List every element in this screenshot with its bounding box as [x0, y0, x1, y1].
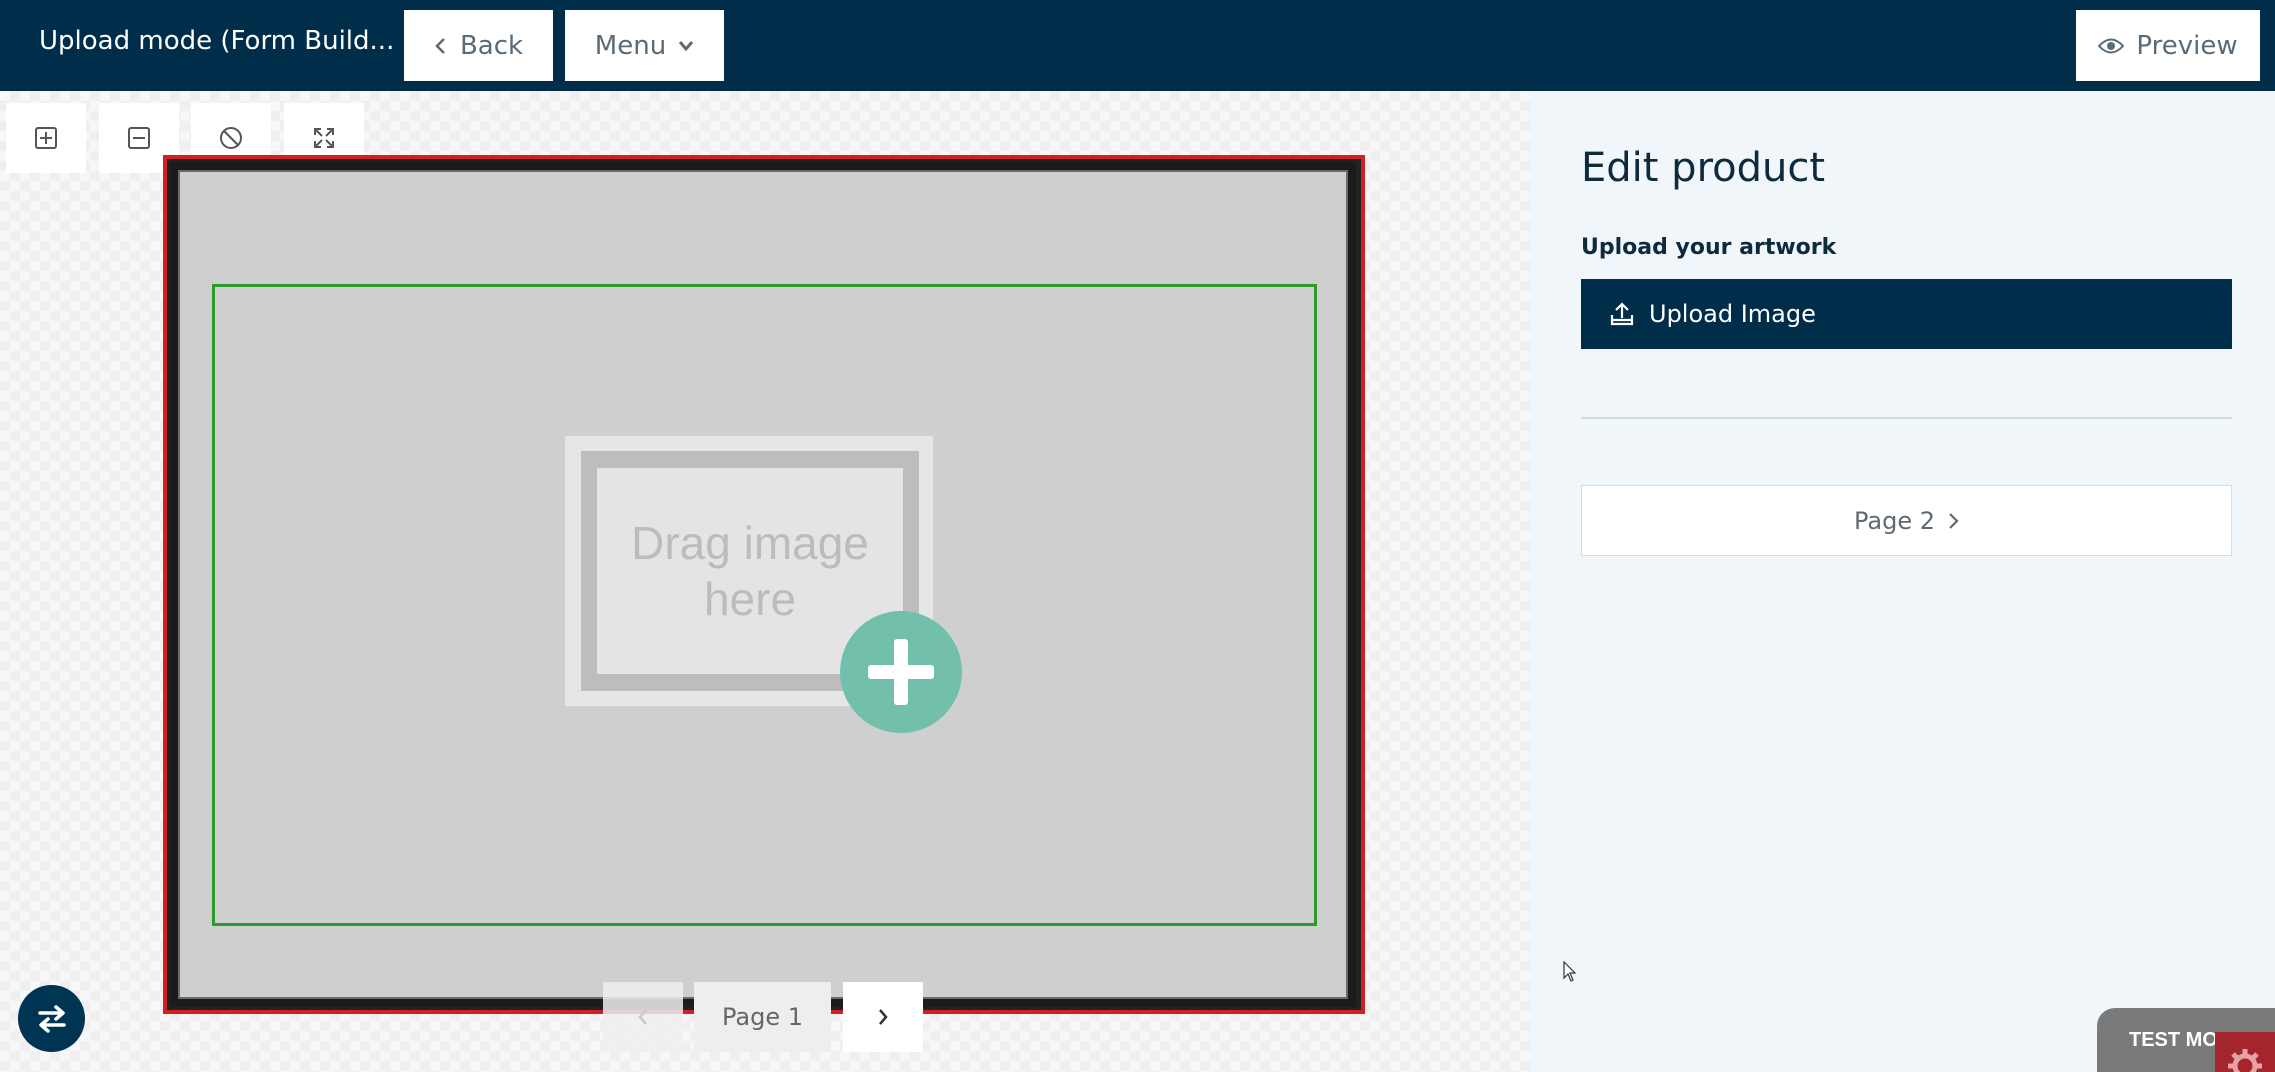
- page-2-label: Page 2: [1854, 506, 1935, 535]
- page-2-button[interactable]: Page 2: [1581, 485, 2232, 556]
- chevron-right-icon: [1949, 512, 1959, 529]
- upload-image-button[interactable]: Upload Image: [1581, 279, 2232, 349]
- swap-view-button[interactable]: [18, 985, 85, 1052]
- top-bar: Upload mode (Form Build... Back Menu Pre…: [0, 0, 2275, 91]
- panel-title: Edit product: [1581, 145, 1826, 191]
- gear-icon: [2228, 1049, 2262, 1072]
- chevron-down-icon: [679, 40, 694, 51]
- next-page-button[interactable]: [843, 982, 923, 1052]
- back-label: Back: [459, 30, 524, 61]
- app-title: Upload mode (Form Build...: [39, 26, 395, 56]
- chevron-left-icon: [435, 37, 445, 54]
- swap-arrows-icon: [37, 1004, 66, 1033]
- back-button[interactable]: Back: [404, 10, 553, 81]
- upload-image-label: Upload Image: [1649, 300, 1816, 328]
- preview-label: Preview: [2136, 30, 2238, 61]
- zoom-in-icon: [35, 127, 57, 149]
- mouse-cursor-icon: [1563, 961, 1577, 982]
- upload-icon: [1610, 302, 1634, 326]
- zoom-out-icon: [128, 127, 150, 149]
- menu-label: Menu: [594, 30, 667, 61]
- reset-icon: [220, 127, 242, 149]
- page-indicator: Page 1: [694, 982, 831, 1052]
- panel-divider: [1581, 417, 2232, 419]
- zoom-in-button[interactable]: [6, 103, 86, 173]
- chevron-left-icon: [638, 1009, 647, 1025]
- menu-button[interactable]: Menu: [565, 10, 724, 81]
- preview-button[interactable]: Preview: [2076, 10, 2260, 81]
- eye-icon: [2098, 38, 2125, 53]
- settings-button[interactable]: [2215, 1032, 2275, 1072]
- upload-artwork-label: Upload your artwork: [1581, 235, 1837, 260]
- prev-page-button[interactable]: [603, 982, 683, 1052]
- fullscreen-icon: [314, 128, 334, 148]
- add-image-icon[interactable]: [840, 611, 962, 733]
- chevron-right-icon: [879, 1009, 888, 1025]
